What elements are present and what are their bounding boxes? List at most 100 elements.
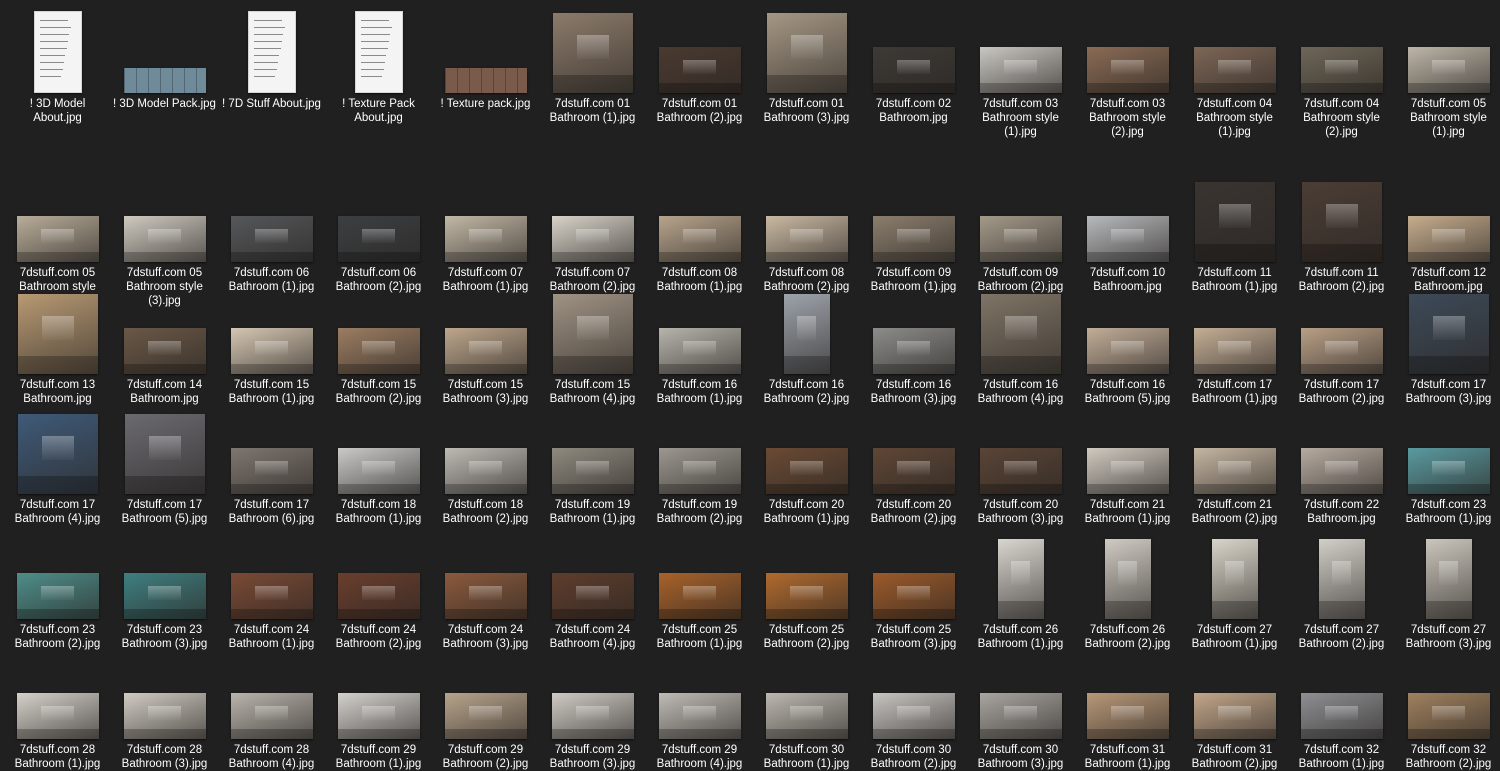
file-item[interactable]: 7dstuff.com 11 Bathroom (1).jpg xyxy=(1181,171,1288,294)
file-item[interactable]: 7dstuff.com 07 Bathroom (1).jpg xyxy=(432,171,539,294)
file-item[interactable]: 7dstuff.com 20 Bathroom (3).jpg xyxy=(967,403,1074,526)
scene-highlight xyxy=(683,705,716,720)
file-item[interactable]: 7dstuff.com 25 Bathroom (2).jpg xyxy=(753,528,860,651)
file-name: 7dstuff.com 15 Bathroom (4).jpg xyxy=(549,379,636,405)
file-item[interactable]: 7dstuff.com 05 Bathroom style (1).jpg xyxy=(1395,2,1500,139)
file-item[interactable]: 7dstuff.com 17 Bathroom (3).jpg xyxy=(1395,283,1500,406)
file-item[interactable]: 7dstuff.com 24 Bathroom (4).jpg xyxy=(539,528,646,651)
scene-floor xyxy=(444,483,527,494)
file-item[interactable]: 7dstuff.com 23 Bathroom (1).jpg xyxy=(1395,403,1500,526)
file-item[interactable]: ! 3D Model About.jpg xyxy=(4,2,111,125)
file-item[interactable]: 7dstuff.com 15 Bathroom (2).jpg xyxy=(325,283,432,406)
file-item[interactable]: 7dstuff.com 06 Bathroom (2).jpg xyxy=(325,171,432,294)
file-name: 7dstuff.com 29 Bathroom (3).jpg xyxy=(549,744,636,770)
file-item[interactable]: 7dstuff.com 17 Bathroom (2).jpg xyxy=(1288,283,1395,406)
file-item[interactable]: 7dstuff.com 23 Bathroom (2).jpg xyxy=(4,528,111,651)
file-item[interactable]: 7dstuff.com 16 Bathroom (5).jpg xyxy=(1074,283,1181,406)
scene-floor xyxy=(765,251,848,262)
file-item[interactable]: 7dstuff.com 24 Bathroom (2).jpg xyxy=(325,528,432,651)
doc-text-line xyxy=(361,34,391,35)
scene-floor xyxy=(1425,601,1472,619)
file-item[interactable]: 7dstuff.com 04 Bathroom style (2).jpg xyxy=(1288,2,1395,139)
file-item[interactable]: 7dstuff.com 15 Bathroom (3).jpg xyxy=(432,283,539,406)
scene-floor xyxy=(1407,483,1490,494)
file-item[interactable]: 7dstuff.com 13 Bathroom.jpg xyxy=(4,283,111,406)
file-item[interactable]: 7dstuff.com 31 Bathroom (1).jpg xyxy=(1074,648,1181,771)
file-item[interactable]: 7dstuff.com 17 Bathroom (6).jpg xyxy=(218,403,325,526)
file-item[interactable]: 7dstuff.com 01 Bathroom (2).jpg xyxy=(646,2,753,125)
file-item[interactable]: 7dstuff.com 26 Bathroom (1).jpg xyxy=(967,528,1074,651)
file-item[interactable]: 7dstuff.com 27 Bathroom (1).jpg xyxy=(1181,528,1288,651)
image-thumbnail xyxy=(765,693,848,739)
file-item[interactable]: 7dstuff.com 03 Bathroom style (1).jpg xyxy=(967,2,1074,139)
file-item[interactable]: 7dstuff.com 24 Bathroom (1).jpg xyxy=(218,528,325,651)
file-item[interactable]: 7dstuff.com 19 Bathroom (1).jpg xyxy=(539,403,646,526)
file-item[interactable]: ! 3D Model Pack.jpg xyxy=(111,2,218,111)
file-item[interactable]: 7dstuff.com 32 Bathroom (2).jpg xyxy=(1395,648,1500,771)
file-item[interactable]: 7dstuff.com 19 Bathroom (2).jpg xyxy=(646,403,753,526)
file-item[interactable]: 7dstuff.com 32 Bathroom (1).jpg xyxy=(1288,648,1395,771)
file-item[interactable]: 7dstuff.com 09 Bathroom (2).jpg xyxy=(967,171,1074,294)
file-item[interactable]: 7dstuff.com 28 Bathroom (4).jpg xyxy=(218,648,325,771)
file-item[interactable]: 7dstuff.com 23 Bathroom (3).jpg xyxy=(111,528,218,651)
file-item[interactable]: 7dstuff.com 03 Bathroom style (2).jpg xyxy=(1074,2,1181,139)
scene-highlight xyxy=(576,316,609,341)
file-item[interactable]: 7dstuff.com 31 Bathroom (2).jpg xyxy=(1181,648,1288,771)
file-item[interactable]: 7dstuff.com 21 Bathroom (1).jpg xyxy=(1074,403,1181,526)
file-item[interactable]: 7dstuff.com 07 Bathroom (2).jpg xyxy=(539,171,646,294)
image-thumbnail xyxy=(872,448,955,494)
file-item[interactable]: 7dstuff.com 09 Bathroom (1).jpg xyxy=(860,171,967,294)
file-item[interactable]: 7dstuff.com 16 Bathroom (2).jpg xyxy=(753,283,860,406)
file-item[interactable]: 7dstuff.com 10 Bathroom.jpg xyxy=(1074,171,1181,294)
file-item[interactable]: ! 7D Stuff About.jpg xyxy=(218,2,325,111)
file-item[interactable]: 7dstuff.com 17 Bathroom (5).jpg xyxy=(111,403,218,526)
file-item[interactable]: 7dstuff.com 15 Bathroom (1).jpg xyxy=(218,283,325,406)
file-item[interactable]: 7dstuff.com 15 Bathroom (4).jpg xyxy=(539,283,646,406)
file-item[interactable]: 7dstuff.com 18 Bathroom (2).jpg xyxy=(432,403,539,526)
file-item[interactable]: 7dstuff.com 29 Bathroom (2).jpg xyxy=(432,648,539,771)
file-item[interactable]: 7dstuff.com 16 Bathroom (3).jpg xyxy=(860,283,967,406)
scene-floor xyxy=(123,728,206,739)
file-item[interactable]: 7dstuff.com 27 Bathroom (3).jpg xyxy=(1395,528,1500,651)
image-thumbnail xyxy=(230,448,313,494)
file-item[interactable]: 7dstuff.com 30 Bathroom (3).jpg xyxy=(967,648,1074,771)
file-item[interactable]: 7dstuff.com 04 Bathroom style (1).jpg xyxy=(1181,2,1288,139)
file-item[interactable]: 7dstuff.com 16 Bathroom (1).jpg xyxy=(646,283,753,406)
file-item[interactable]: 7dstuff.com 14 Bathroom.jpg xyxy=(111,283,218,406)
file-item[interactable]: 7dstuff.com 08 Bathroom (1).jpg xyxy=(646,171,753,294)
file-item[interactable]: 7dstuff.com 17 Bathroom (1).jpg xyxy=(1181,283,1288,406)
file-item[interactable]: 7dstuff.com 02 Bathroom.jpg xyxy=(860,2,967,125)
file-item[interactable]: 7dstuff.com 27 Bathroom (2).jpg xyxy=(1288,528,1395,651)
file-item[interactable]: 7dstuff.com 30 Bathroom (2).jpg xyxy=(860,648,967,771)
file-item[interactable]: 7dstuff.com 18 Bathroom (1).jpg xyxy=(325,403,432,526)
file-item[interactable]: 7dstuff.com 30 Bathroom (1).jpg xyxy=(753,648,860,771)
file-item[interactable]: 7dstuff.com 01 Bathroom (1).jpg xyxy=(539,2,646,125)
file-item[interactable]: 7dstuff.com 25 Bathroom (3).jpg xyxy=(860,528,967,651)
thumbnail-area xyxy=(539,171,646,266)
file-item[interactable]: 7dstuff.com 28 Bathroom (1).jpg xyxy=(4,648,111,771)
file-item[interactable]: ! Texture Pack About.jpg xyxy=(325,2,432,125)
thumbnail-area xyxy=(4,648,111,743)
file-item[interactable]: 7dstuff.com 24 Bathroom (3).jpg xyxy=(432,528,539,651)
file-item[interactable]: 7dstuff.com 20 Bathroom (2).jpg xyxy=(860,403,967,526)
file-item[interactable]: 7dstuff.com 12 Bathroom.jpg xyxy=(1395,171,1500,294)
file-item[interactable]: ! Texture pack.jpg xyxy=(432,2,539,111)
file-item[interactable]: 7dstuff.com 01 Bathroom (3).jpg xyxy=(753,2,860,125)
file-item[interactable]: 7dstuff.com 17 Bathroom (4).jpg xyxy=(4,403,111,526)
file-item[interactable]: 7dstuff.com 26 Bathroom (2).jpg xyxy=(1074,528,1181,651)
file-item[interactable]: 7dstuff.com 22 Bathroom.jpg xyxy=(1288,403,1395,526)
file-item[interactable]: 7dstuff.com 20 Bathroom (1).jpg xyxy=(753,403,860,526)
thumbnail-area xyxy=(860,171,967,266)
file-item[interactable]: 7dstuff.com 11 Bathroom (2).jpg xyxy=(1288,171,1395,294)
file-item[interactable]: 7dstuff.com 06 Bathroom (1).jpg xyxy=(218,171,325,294)
file-item[interactable]: 7dstuff.com 29 Bathroom (3).jpg xyxy=(539,648,646,771)
file-item[interactable]: 7dstuff.com 25 Bathroom (1).jpg xyxy=(646,528,753,651)
file-item[interactable]: 7dstuff.com 16 Bathroom (4).jpg xyxy=(967,283,1074,406)
file-item[interactable]: 7dstuff.com 28 Bathroom (3).jpg xyxy=(111,648,218,771)
file-item[interactable]: 7dstuff.com 29 Bathroom (4).jpg xyxy=(646,648,753,771)
image-thumbnail xyxy=(17,414,98,494)
file-item[interactable]: 7dstuff.com 08 Bathroom (2).jpg xyxy=(753,171,860,294)
file-item[interactable]: 7dstuff.com 29 Bathroom (1).jpg xyxy=(325,648,432,771)
file-item[interactable]: 7dstuff.com 21 Bathroom (2).jpg xyxy=(1181,403,1288,526)
scene-highlight xyxy=(897,705,930,720)
